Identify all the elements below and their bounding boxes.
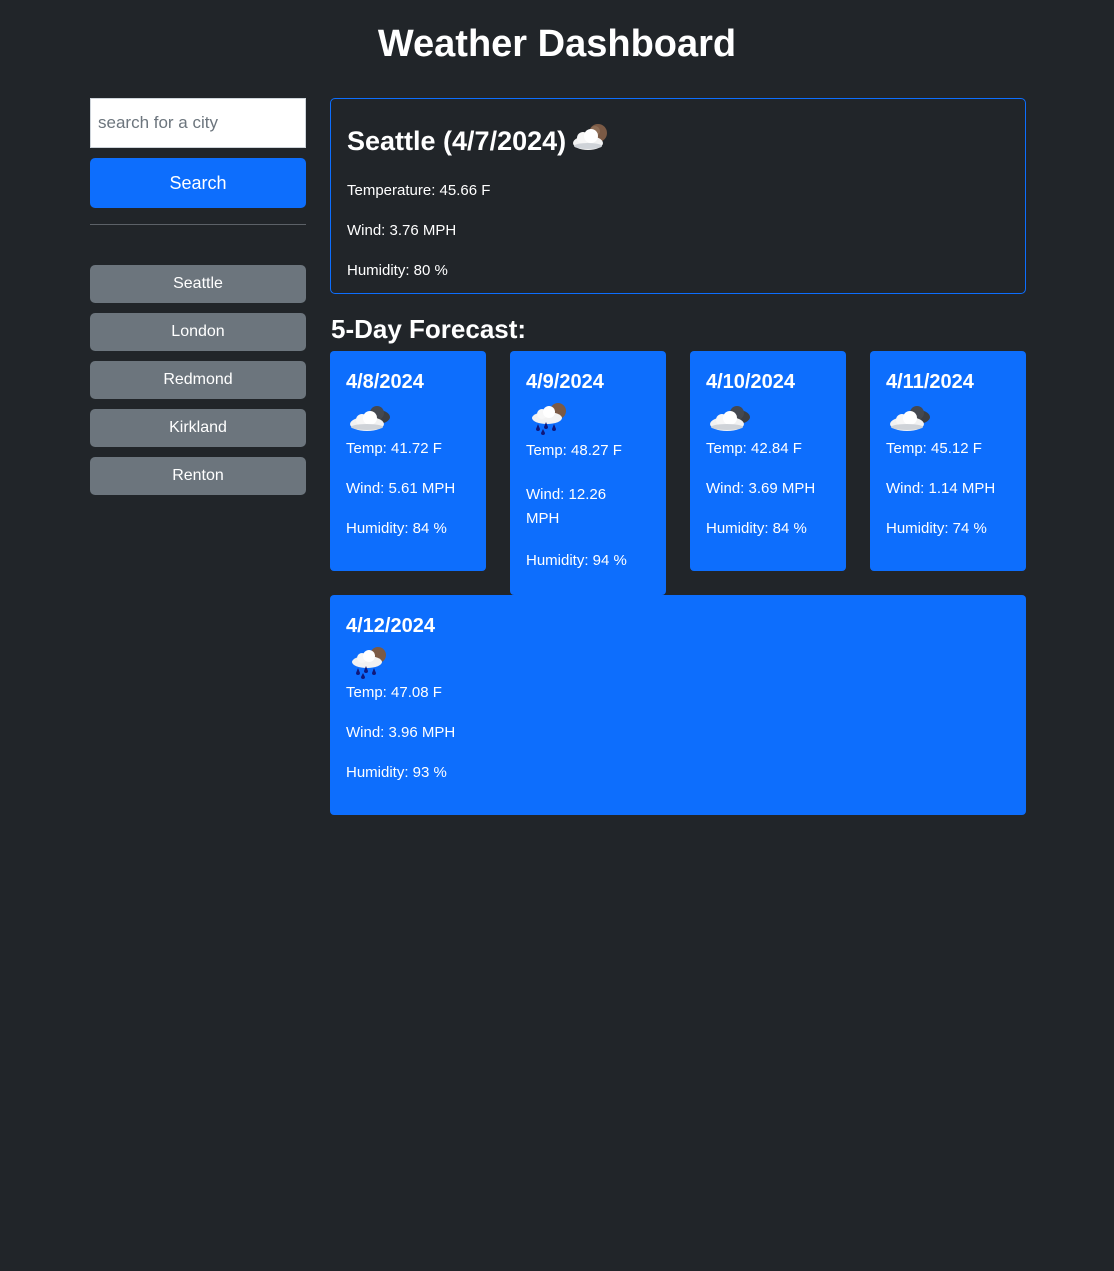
history-button-renton[interactable]: Renton [90,457,306,495]
sidebar-divider [90,224,306,225]
forecast-wind: Wind: 12.26 MPH [526,486,607,527]
forecast-temp: Temp: 47.08 F [346,684,442,701]
forecast-temp: Temp: 42.84 F [706,440,802,457]
partly-cloudy-icon [570,119,614,163]
forecast-wind: Wind: 1.14 MPH [886,480,996,497]
forecast-card: 4/12/2024 Temp: 47.08 F Wind: 3.96 MPH H… [330,595,1026,815]
forecast-humidity: Humidity: 84 % [346,520,447,537]
history-button-seattle[interactable]: Seattle [90,265,306,303]
rain-icon [526,399,576,440]
forecast-date: 4/8/2024 [346,371,424,393]
overcast-clouds-icon [706,399,756,440]
forecast-heading: 5-Day Forecast: [331,314,527,344]
forecast-date: 4/10/2024 [706,371,795,393]
current-weather-card: Seattle (4/7/2024) Temperature: 45.66 F … [330,98,1026,294]
current-temperature: Temperature: 45.66 F [347,182,491,199]
history-button-kirkland[interactable]: Kirkland [90,409,306,447]
forecast-date: 4/9/2024 [526,371,604,393]
sidebar: Search Seattle London Redmond Kirkland R… [90,98,306,505]
forecast-temp: Temp: 41.72 F [346,440,442,457]
city-search-input[interactable] [90,98,306,148]
forecast-humidity: Humidity: 84 % [706,520,807,537]
forecast-card: 4/9/2024 Temp: 48.27 F Wind: 12.26 MPH H… [510,351,666,595]
current-wind: Wind: 3.76 MPH [347,222,457,239]
forecast-humidity: Humidity: 93 % [346,764,447,781]
rain-icon [346,643,396,684]
history-button-redmond[interactable]: Redmond [90,361,306,399]
forecast-wind: Wind: 3.69 MPH [706,480,816,497]
page-title: Weather Dashboard [377,23,737,65]
forecast-temp: Temp: 48.27 F [526,442,622,459]
search-button[interactable]: Search [90,158,306,208]
history-button-london[interactable]: London [90,313,306,351]
forecast-card: 4/10/2024 Temp: 42.84 F Wind: 3.69 MPH H… [690,351,846,571]
forecast-wind: Wind: 5.61 MPH [346,480,456,497]
overcast-clouds-icon [346,399,396,440]
current-city-date: Seattle (4/7/2024) [347,126,567,156]
overcast-clouds-icon [886,399,936,440]
forecast-humidity: Humidity: 94 % [526,552,627,569]
current-weather-heading: Seattle (4/7/2024) [347,119,1009,163]
current-humidity: Humidity: 80 % [347,262,448,279]
forecast-temp: Temp: 45.12 F [886,440,982,457]
forecast-date: 4/12/2024 [346,615,435,637]
forecast-wind: Wind: 3.96 MPH [346,724,456,741]
forecast-card: 4/11/2024 Temp: 45.12 F Wind: 1.14 MPH H… [870,351,1026,571]
forecast-card: 4/8/2024 Temp: 41.72 F Wind: 5.61 MPH Hu… [330,351,486,571]
forecast-date: 4/11/2024 [886,371,974,393]
forecast-humidity: Humidity: 74 % [886,520,987,537]
search-history-list: Seattle London Redmond Kirkland Renton [90,265,306,495]
